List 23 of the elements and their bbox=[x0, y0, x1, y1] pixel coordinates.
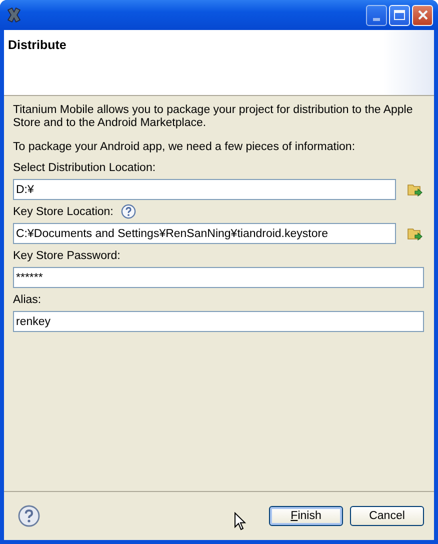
input-field[interactable]: renkey bbox=[13, 311, 424, 332]
field-label: Select Distribution Location: bbox=[13, 162, 156, 174]
field-label: Key Store Password: bbox=[13, 250, 120, 262]
input-field[interactable]: C:¥Documents and Settings¥RenSanNing¥tiandroid.keystore bbox=[13, 223, 396, 244]
folder-icon[interactable] bbox=[407, 226, 423, 242]
description-text: To package your Android app, we need a few pieces of information: bbox=[13, 141, 356, 154]
field-label: Key Store Location: bbox=[13, 206, 114, 218]
close-icon bbox=[416, 9, 428, 21]
page-title: Distribute bbox=[8, 38, 66, 52]
input-field[interactable]: D:¥ bbox=[13, 179, 396, 200]
help-icon[interactable] bbox=[18, 505, 40, 527]
field-label: Alias: bbox=[13, 294, 42, 306]
mouse-pointer-icon bbox=[234, 512, 246, 531]
description-text: Titanium Mobile allows you to package your project for distribution to the Apple Store and to the Android Marketplace. bbox=[13, 104, 414, 130]
app-icon bbox=[6, 7, 22, 23]
dialog-button[interactable]: Cancel bbox=[350, 506, 424, 526]
maximize-button[interactable] bbox=[389, 4, 410, 26]
folder-icon[interactable] bbox=[407, 182, 423, 198]
dialog-button[interactable]: Finish bbox=[269, 506, 343, 526]
help-icon[interactable] bbox=[121, 204, 136, 219]
close-button[interactable] bbox=[412, 4, 433, 26]
input-field[interactable]: ****** bbox=[13, 267, 424, 288]
minimize-button[interactable] bbox=[366, 4, 387, 26]
